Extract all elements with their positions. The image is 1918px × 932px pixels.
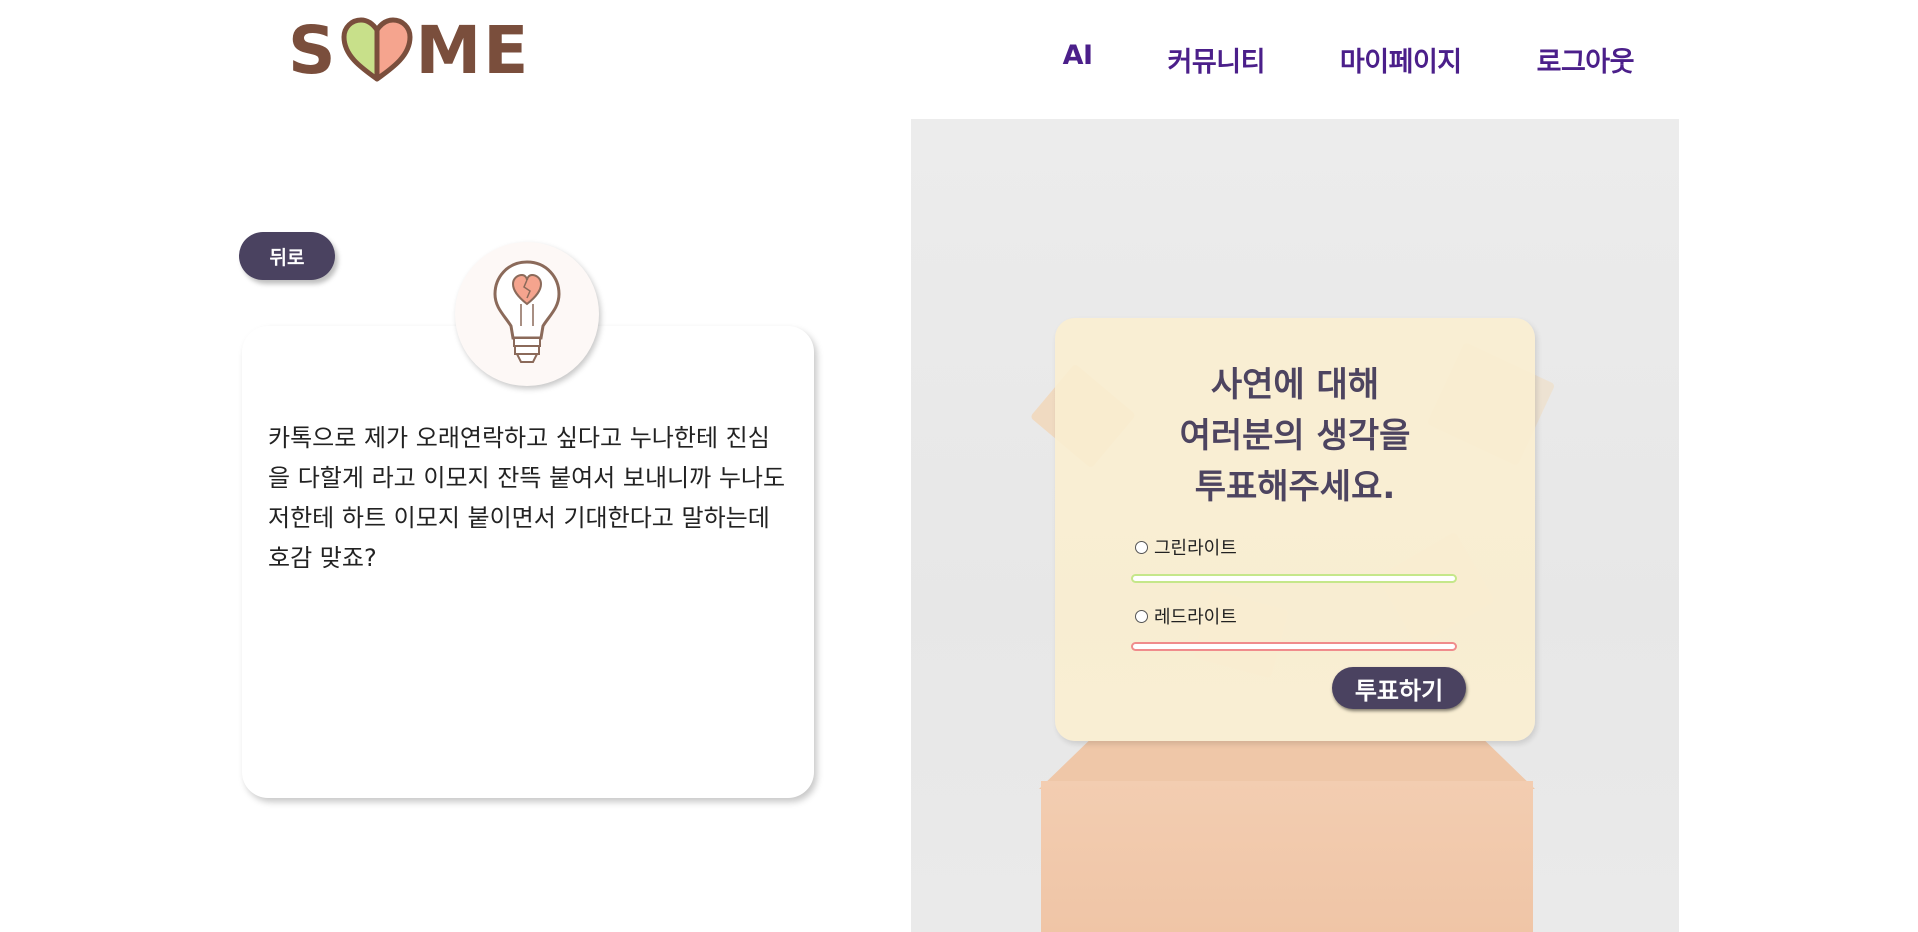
lightbulb-heart-icon: [455, 242, 599, 386]
logo[interactable]: S ME: [288, 12, 530, 89]
vote-option-redlight[interactable]: 레드라이트: [1135, 603, 1237, 629]
logo-letters-me: ME: [415, 11, 531, 89]
page: S ME AI 커뮤니티 마이페이지 로그아웃 뒤로 카톡으로 제가 오래연락하…: [0, 0, 1918, 932]
story-text: 카톡으로 제가 오래연락하고 싶다고 누나한테 진심을 다할게 라고 이모지 잔…: [268, 424, 786, 572]
nav-item-community[interactable]: 커뮤니티: [1168, 40, 1266, 79]
vote-title-line-1: 사연에 대해: [1210, 365, 1380, 405]
vote-card: 사연에 대해 여러분의 생각을 투표해주세요. 그린라이트 레드라이트 투표하기: [1055, 318, 1535, 741]
main-nav: AI 커뮤니티 마이페이지 로그아웃: [1063, 40, 1635, 79]
vote-title: 사연에 대해 여러분의 생각을 투표해주세요.: [1055, 360, 1535, 513]
vote-option-greenlight[interactable]: 그린라이트: [1135, 534, 1237, 560]
redlight-result-bar: [1131, 642, 1457, 651]
ballot-box-body: [1041, 781, 1533, 932]
vote-submit-button[interactable]: 투표하기: [1332, 667, 1466, 709]
greenlight-result-bar: [1131, 574, 1457, 583]
greenlight-label: 그린라이트: [1154, 538, 1237, 559]
nav-item-mypage[interactable]: 마이페이지: [1340, 40, 1462, 79]
redlight-label: 레드라이트: [1154, 607, 1237, 628]
heart-logo-icon: [341, 17, 413, 82]
redlight-radio[interactable]: [1135, 609, 1148, 623]
nav-item-logout[interactable]: 로그아웃: [1537, 40, 1635, 79]
vote-title-line-2: 여러분의 생각을: [1179, 416, 1411, 456]
vote-title-line-3: 투표해주세요.: [1194, 467, 1396, 507]
lightbulb-svg: [493, 260, 561, 363]
greenlight-radio[interactable]: [1135, 540, 1148, 554]
back-button[interactable]: 뒤로: [239, 232, 335, 280]
logo-letter-s: S: [288, 11, 338, 89]
nav-item-ai[interactable]: AI: [1063, 40, 1093, 79]
